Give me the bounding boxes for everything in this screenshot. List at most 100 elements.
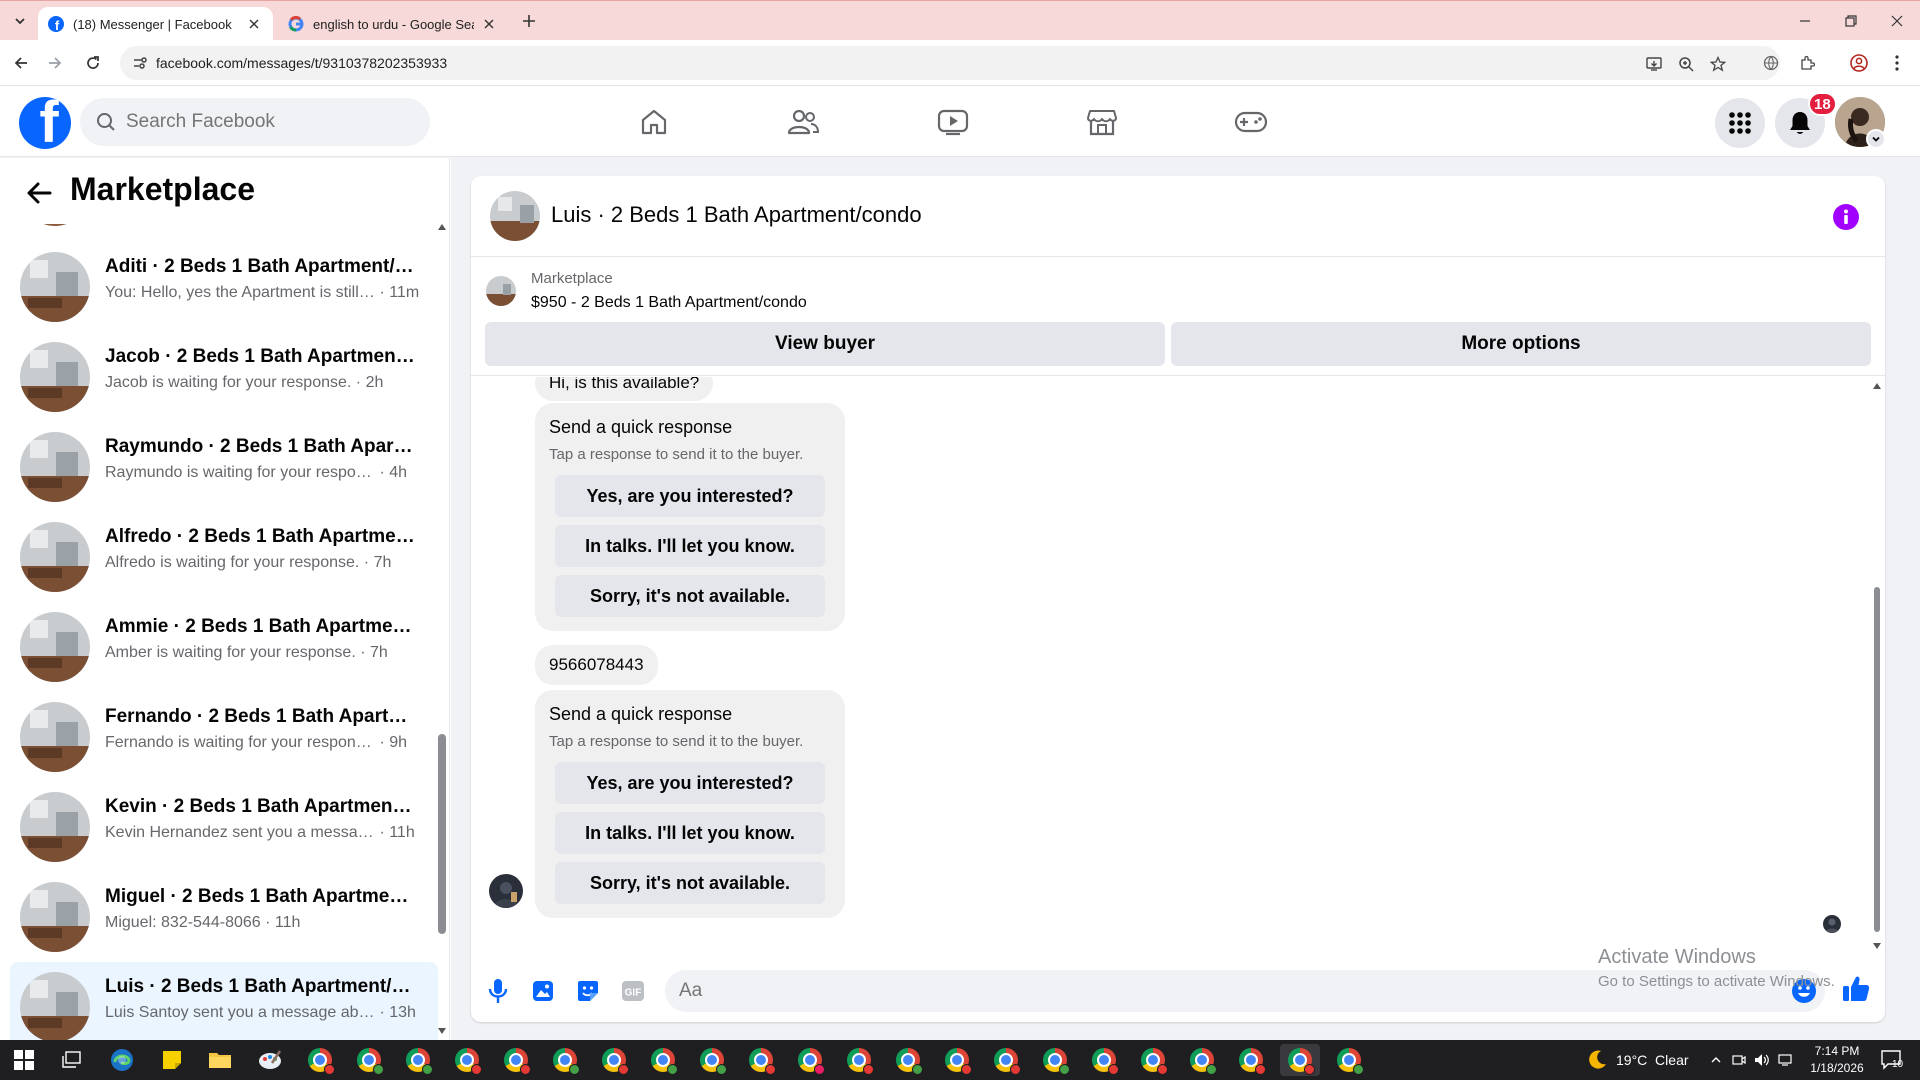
chat-scrollbar[interactable]	[1871, 377, 1883, 957]
site-info-icon[interactable]	[132, 55, 148, 71]
notification-center-button[interactable]: 10	[1880, 1040, 1903, 1080]
close-tab-icon[interactable]	[245, 15, 263, 33]
chrome-taskbar-button[interactable]	[839, 1044, 879, 1076]
gif-icon[interactable]: GIF	[620, 978, 646, 1004]
back-arrow-icon[interactable]	[22, 176, 56, 210]
chrome-taskbar-button[interactable]	[1329, 1044, 1369, 1076]
conversation-item[interactable]: Miguel · 2 Beds 1 Bath Apartment/condo Mi…	[10, 872, 438, 962]
network-icon[interactable]	[1778, 1040, 1794, 1080]
translate-icon[interactable]	[1760, 52, 1782, 74]
close-window-button[interactable]	[1874, 1, 1920, 41]
chrome-taskbar-button[interactable]	[790, 1044, 830, 1076]
quick-response-yes-button[interactable]: Yes, are you interested?	[555, 762, 825, 804]
account-chevron-icon[interactable]	[1866, 129, 1886, 149]
nav-marketplace[interactable]	[1067, 99, 1137, 145]
extensions-icon[interactable]	[1796, 52, 1818, 74]
scroll-down-arrow-icon[interactable]	[1873, 943, 1881, 949]
microphone-icon[interactable]	[485, 978, 511, 1004]
browser-menu-icon[interactable]	[1886, 52, 1908, 74]
conversation-item[interactable]: Kevin · 2 Beds 1 Bath Apartment/condo Kev…	[10, 782, 438, 872]
view-buyer-button[interactable]: View buyer	[485, 322, 1165, 366]
nav-video[interactable]	[918, 99, 988, 145]
scroll-up-arrow-icon[interactable]	[1873, 383, 1881, 389]
reload-button[interactable]	[80, 50, 106, 76]
file-explorer-button[interactable]	[200, 1044, 240, 1076]
sticker-icon[interactable]	[575, 978, 601, 1004]
volume-icon[interactable]	[1754, 1040, 1770, 1080]
quick-response-not-available-button[interactable]: Sorry, it's not available.	[555, 862, 825, 904]
back-button[interactable]	[8, 50, 34, 76]
photo-icon[interactable]	[530, 978, 556, 1004]
chrome-taskbar-button[interactable]	[447, 1044, 487, 1076]
chrome-taskbar-button[interactable]	[986, 1044, 1026, 1076]
listing-title[interactable]: $950 - 2 Beds 1 Bath Apartment/condo	[531, 294, 807, 312]
start-button[interactable]	[4, 1044, 44, 1076]
scroll-up-arrow-icon[interactable]	[438, 224, 446, 230]
system-clock[interactable]: 7:14 PM 1/18/2026	[1802, 1043, 1872, 1077]
conversation-item[interactable]: Jacob · 2 Beds 1 Bath Apartment/condo Jac…	[10, 332, 438, 422]
listing-thumbnail[interactable]	[486, 276, 516, 306]
facebook-logo-icon[interactable]: f	[19, 97, 71, 149]
chrome-taskbar-button[interactable]	[1133, 1044, 1173, 1076]
chrome-taskbar-button[interactable]	[643, 1044, 683, 1076]
chrome-taskbar-button[interactable]	[1035, 1044, 1075, 1076]
chrome-taskbar-button[interactable]	[1182, 1044, 1222, 1076]
chrome-taskbar-button[interactable]	[594, 1044, 634, 1076]
quick-response-in-talks-button[interactable]: In talks. I'll let you know.	[555, 525, 825, 567]
restore-button[interactable]	[1828, 1, 1874, 41]
chrome-taskbar-button[interactable]	[300, 1044, 340, 1076]
tab-google-search[interactable]: english to urdu - Google Search	[278, 7, 508, 41]
chrome-taskbar-button[interactable]	[1231, 1044, 1271, 1076]
more-options-button[interactable]: More options	[1171, 322, 1871, 366]
chrome-taskbar-button[interactable]	[349, 1044, 389, 1076]
tray-meet-icon[interactable]	[1732, 1040, 1746, 1080]
nav-friends[interactable]	[768, 99, 838, 145]
minimize-button[interactable]	[1782, 1, 1828, 41]
scrollbar-thumb[interactable]	[1874, 587, 1880, 932]
conversation-item[interactable]: Ammie · 2 Beds 1 Bath Apartment/condo Amb…	[10, 602, 438, 692]
chat-listing-avatar[interactable]	[490, 191, 540, 241]
chrome-taskbar-button[interactable]	[937, 1044, 977, 1076]
new-tab-button[interactable]	[518, 10, 540, 32]
install-app-icon[interactable]	[1644, 54, 1664, 74]
tab-search-button[interactable]	[8, 9, 32, 33]
show-hidden-icons-button[interactable]	[1710, 1040, 1722, 1080]
nav-gaming[interactable]	[1216, 99, 1286, 145]
conversation-item[interactable]: Alfredo · 2 Beds 1 Bath Apartment/condo A…	[10, 512, 438, 602]
chrome-taskbar-button[interactable]	[545, 1044, 585, 1076]
conversation-item[interactable]: Fernando · 2 Beds 1 Bath Apartment/condo…	[10, 692, 438, 782]
quick-response-not-available-button[interactable]: Sorry, it's not available.	[555, 575, 825, 617]
profile-icon[interactable]	[1848, 52, 1870, 74]
quick-response-in-talks-button[interactable]: In talks. I'll let you know.	[555, 812, 825, 854]
chrome-taskbar-button[interactable]	[1280, 1044, 1320, 1076]
task-view-button[interactable]	[52, 1044, 92, 1076]
chat-title[interactable]: Luis · 2 Beds 1 Bath Apartment/condo	[551, 202, 922, 228]
facebook-search-box[interactable]	[80, 98, 430, 146]
edge-button[interactable]	[102, 1044, 142, 1076]
chrome-taskbar-button[interactable]	[1084, 1044, 1124, 1076]
chrome-taskbar-button[interactable]	[496, 1044, 536, 1076]
weather-widget[interactable]: 19°C Clear	[1586, 1040, 1689, 1080]
tab-messenger[interactable]: f (18) Messenger | Facebook	[38, 7, 273, 41]
bookmark-star-icon[interactable]	[1708, 54, 1728, 74]
conversation-item[interactable]: Raymundo · 2 Beds 1 Bath Apartment/condo…	[10, 422, 438, 512]
nav-home[interactable]	[619, 99, 689, 145]
zoom-icon[interactable]	[1676, 54, 1696, 74]
menu-button[interactable]	[1715, 98, 1765, 148]
sticky-notes-button[interactable]	[152, 1044, 192, 1076]
thumbs-up-icon[interactable]	[1841, 974, 1871, 1004]
paint-app-button[interactable]	[250, 1044, 290, 1076]
chrome-taskbar-button[interactable]	[398, 1044, 438, 1076]
message-text[interactable]: 9566078443	[549, 655, 644, 675]
chrome-taskbar-button[interactable]	[741, 1044, 781, 1076]
chrome-taskbar-button[interactable]	[692, 1044, 732, 1076]
conversation-info-icon[interactable]	[1833, 204, 1859, 230]
sidebar-scrollbar[interactable]	[437, 224, 447, 1040]
chrome-taskbar-button[interactable]	[888, 1044, 928, 1076]
sender-avatar[interactable]	[489, 874, 523, 908]
conversation-item[interactable]: Luis · 2 Beds 1 Bath Apartment/condo Luis…	[10, 962, 438, 1040]
forward-button[interactable]	[42, 50, 68, 76]
close-tab-icon[interactable]	[480, 15, 498, 33]
quick-response-yes-button[interactable]: Yes, are you interested?	[555, 475, 825, 517]
address-bar[interactable]: facebook.com/messages/t/9310378202353933	[120, 46, 1780, 80]
